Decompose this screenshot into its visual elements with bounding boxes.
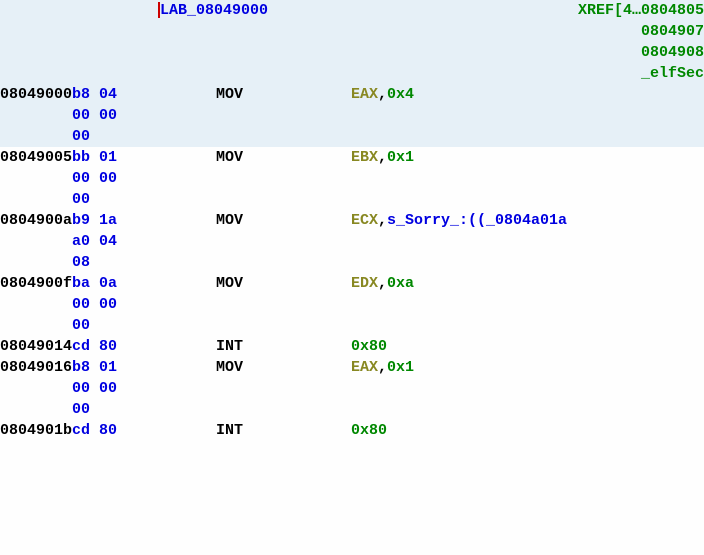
bytes-continuation: 00 00 xyxy=(0,294,704,315)
operands: ECX,s_Sorry_:((_0804a01a xyxy=(351,210,567,231)
address: 08049014 xyxy=(0,336,72,357)
bytes-continuation: 00 00 xyxy=(0,378,704,399)
bytes: 00 00 xyxy=(72,378,144,399)
operand-sep: , xyxy=(378,359,387,376)
operand-immediate: 0x80 xyxy=(351,338,387,355)
address: 0804901b xyxy=(0,420,72,441)
mnemonic: MOV xyxy=(216,147,351,168)
bytes: 00 xyxy=(72,126,144,147)
address: 08049000 xyxy=(0,84,72,105)
instruction-row[interactable]: 08049016b8 01 MOVEAX,0x1 xyxy=(0,357,704,378)
mnemonic: MOV xyxy=(216,84,351,105)
bytes: bb 01 xyxy=(72,147,144,168)
bytes: b8 04 xyxy=(72,84,144,105)
operands: EDX,0xa xyxy=(351,273,414,294)
bytes: cd 80 xyxy=(72,420,144,441)
instruction-row[interactable]: 0804900fba 0a MOVEDX,0xa xyxy=(0,273,704,294)
operand-immediate: 0x1 xyxy=(387,149,414,166)
address: 08049016 xyxy=(0,357,72,378)
bytes: 00 00 xyxy=(72,168,144,189)
operands: EAX,0x4 xyxy=(351,84,414,105)
bytes-continuation: 00 00 xyxy=(0,168,704,189)
xref-row: 0804907 xyxy=(0,21,704,42)
bytes-continuation: 08 xyxy=(0,252,704,273)
xref-entry[interactable]: 0804907 xyxy=(641,21,704,42)
operand-immediate: 0x4 xyxy=(387,86,414,103)
operand-immediate: 0x1 xyxy=(387,359,414,376)
bytes: 00 00 xyxy=(72,105,144,126)
disassembly-listing[interactable]: LAB_08049000 XREF[4…080480508049070804908… xyxy=(0,0,704,441)
mnemonic: INT xyxy=(216,336,351,357)
operand-sep: , xyxy=(378,86,387,103)
bytes: ba 0a xyxy=(72,273,144,294)
operands: EBX,0x1 xyxy=(351,147,414,168)
instruction-row[interactable]: 0804901bcd 80 INT0x80 xyxy=(0,420,704,441)
operands: 0x80 xyxy=(351,420,387,441)
operand-sep: , xyxy=(378,275,387,292)
operand-sep: , xyxy=(378,212,387,229)
bytes: 08 xyxy=(72,252,144,273)
bytes: b8 01 xyxy=(72,357,144,378)
mnemonic: MOV xyxy=(216,357,351,378)
mnemonic: MOV xyxy=(216,210,351,231)
label-row[interactable]: LAB_08049000 XREF[4…0804805 xyxy=(0,0,704,21)
address: 08049005 xyxy=(0,147,72,168)
address: 0804900a xyxy=(0,210,72,231)
bytes-continuation: a0 04 xyxy=(0,231,704,252)
address: 0804900f xyxy=(0,273,72,294)
operand-register: EDX xyxy=(351,275,378,292)
bytes-continuation: 00 00 xyxy=(0,105,704,126)
instruction-row[interactable]: 08049005bb 01 MOVEBX,0x1 xyxy=(0,147,704,168)
operand-immediate: 0xa xyxy=(387,275,414,292)
bytes: 00 xyxy=(72,189,144,210)
cursor xyxy=(158,2,160,18)
xref-row: 0804908 xyxy=(0,42,704,63)
operand-register: EAX xyxy=(351,86,378,103)
label-text: LAB_08049000 xyxy=(160,2,268,19)
xref-row: _elfSec xyxy=(0,63,704,84)
mnemonic: INT xyxy=(216,420,351,441)
operand-reference[interactable]: s_Sorry_:((_0804a01a xyxy=(387,212,567,229)
operand-sep: , xyxy=(378,149,387,166)
operand-immediate: 0x80 xyxy=(351,422,387,439)
bytes: a0 04 xyxy=(72,231,144,252)
operand-register: ECX xyxy=(351,212,378,229)
bytes-continuation: 00 xyxy=(0,315,704,336)
bytes: 00 xyxy=(72,315,144,336)
bytes: cd 80 xyxy=(72,336,144,357)
instruction-row[interactable]: 08049000b8 04 MOVEAX,0x4 xyxy=(0,84,704,105)
instruction-row[interactable]: 0804900ab9 1a MOVECX,s_Sorry_:((_0804a01a xyxy=(0,210,704,231)
bytes-continuation: 00 xyxy=(0,399,704,420)
mnemonic: MOV xyxy=(216,273,351,294)
xref-entry[interactable]: _elfSec xyxy=(641,63,704,84)
xref-header[interactable]: XREF[4…0804805 xyxy=(578,0,704,21)
xref-entry[interactable]: 0804908 xyxy=(641,42,704,63)
operands: EAX,0x1 xyxy=(351,357,414,378)
operand-register: EAX xyxy=(351,359,378,376)
bytes: 00 00 xyxy=(72,294,144,315)
operands: 0x80 xyxy=(351,336,387,357)
bytes: 00 xyxy=(72,399,144,420)
bytes-continuation: 00 xyxy=(0,189,704,210)
operand-register: EBX xyxy=(351,149,378,166)
bytes: b9 1a xyxy=(72,210,144,231)
bytes-continuation: 00 xyxy=(0,126,704,147)
instruction-row[interactable]: 08049014cd 80 INT0x80 xyxy=(0,336,704,357)
code-label[interactable]: LAB_08049000 xyxy=(160,0,268,21)
